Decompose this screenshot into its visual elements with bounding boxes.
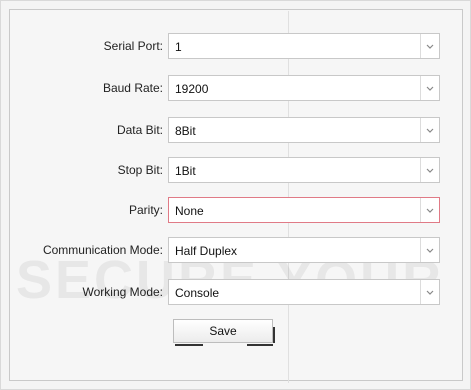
stop-bit-row: Stop Bit: 1Bit <box>1 157 471 185</box>
data-bit-row: Data Bit: 8Bit <box>1 117 471 145</box>
serial-port-select[interactable]: 1 <box>168 33 440 59</box>
working-mode-value: Console <box>175 286 220 300</box>
baud-rate-value: 19200 <box>175 82 209 96</box>
chevron-down-icon[interactable] <box>420 158 439 182</box>
chevron-down-icon[interactable] <box>420 238 439 262</box>
chevron-down-icon[interactable] <box>420 118 439 142</box>
working-mode-select[interactable]: Console <box>168 279 440 305</box>
serial-settings-panel: SECURE YOUR Serial Port: 1 Baud Rate: 19… <box>0 0 471 390</box>
save-button-wrap: Save <box>173 319 275 346</box>
serial-port-row: Serial Port: 1 <box>1 33 471 61</box>
baud-rate-row: Baud Rate: 19200 <box>1 75 471 103</box>
save-button-shadow <box>273 327 275 343</box>
stop-bit-value: 1Bit <box>175 164 196 178</box>
serial-port-label: Serial Port: <box>103 39 163 53</box>
save-button[interactable]: Save <box>173 319 273 343</box>
chevron-down-icon[interactable] <box>420 76 439 100</box>
working-mode-row: Working Mode: Console <box>1 279 471 307</box>
communication-mode-select[interactable]: Half Duplex <box>168 237 440 263</box>
baud-rate-select[interactable]: 19200 <box>168 75 440 101</box>
communication-mode-label: Communication Mode: <box>42 243 163 257</box>
baud-rate-label: Baud Rate: <box>102 81 163 95</box>
parity-label: Parity: <box>128 203 163 217</box>
communication-mode-row: Communication Mode: Half Duplex <box>1 237 471 265</box>
chevron-down-icon[interactable] <box>420 34 439 58</box>
save-button-shadow <box>175 344 203 346</box>
data-bit-select[interactable]: 8Bit <box>168 117 440 143</box>
stop-bit-label: Stop Bit: <box>117 163 163 177</box>
data-bit-value: 8Bit <box>175 124 196 138</box>
save-button-shadow <box>247 344 273 346</box>
serial-port-value: 1 <box>175 40 182 54</box>
communication-mode-value: Half Duplex <box>175 244 238 258</box>
working-mode-label: Working Mode: <box>82 285 163 299</box>
chevron-down-icon[interactable] <box>420 280 439 304</box>
stop-bit-select[interactable]: 1Bit <box>168 157 440 183</box>
parity-value: None <box>175 204 204 218</box>
data-bit-label: Data Bit: <box>116 123 163 137</box>
chevron-down-icon[interactable] <box>420 198 439 222</box>
parity-row: Parity: None <box>1 197 471 225</box>
parity-select[interactable]: None <box>168 197 440 223</box>
